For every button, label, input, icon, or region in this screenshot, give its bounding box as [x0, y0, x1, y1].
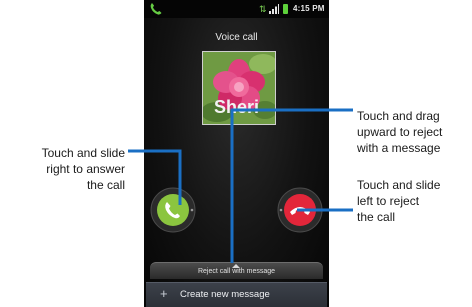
callout-drag: Touch and drag upward to reject with a m… [357, 108, 472, 156]
phone-screen: ⇅ 4:15 PM Voice call Sheri Reject call w… [144, 0, 329, 307]
usb-icon: ⇅ [259, 4, 267, 14]
callout-reject-line: Touch and slide [357, 178, 441, 192]
battery-icon [283, 4, 288, 14]
contact-name: Sheri [213, 97, 260, 117]
callout-answer-line: Touch and slide [41, 146, 125, 160]
status-bar: ⇅ 4:15 PM [144, 0, 329, 18]
plus-icon: + [160, 286, 168, 301]
reject-with-message-handle[interactable]: Reject call with message [150, 262, 323, 279]
callout-drag-line: upward to reject [357, 125, 443, 139]
answer-call-button[interactable] [150, 187, 196, 233]
status-time: 4:15 PM [293, 4, 325, 13]
screen-title: Voice call [215, 32, 258, 43]
reject-call-button[interactable] [277, 187, 323, 233]
call-in-progress-icon [150, 3, 162, 15]
create-new-message-item[interactable]: + Create new message [146, 282, 327, 307]
reject-with-message-label: Reject call with message [197, 268, 276, 275]
callout-reject-line: left to reject [357, 194, 420, 208]
callout-drag-line: with a message [357, 141, 441, 155]
create-new-message-label: Create new message [180, 289, 270, 300]
callout-drag-line: Touch and drag [357, 109, 440, 123]
callout-reject: Touch and slide left to reject the call [357, 177, 472, 225]
callout-answer: Touch and slide right to answer the call [4, 145, 125, 193]
signal-icon [269, 4, 279, 14]
callout-answer-line: right to answer [46, 162, 125, 176]
callout-reject-line: the call [357, 210, 396, 224]
callout-answer-line: the call [86, 178, 125, 192]
